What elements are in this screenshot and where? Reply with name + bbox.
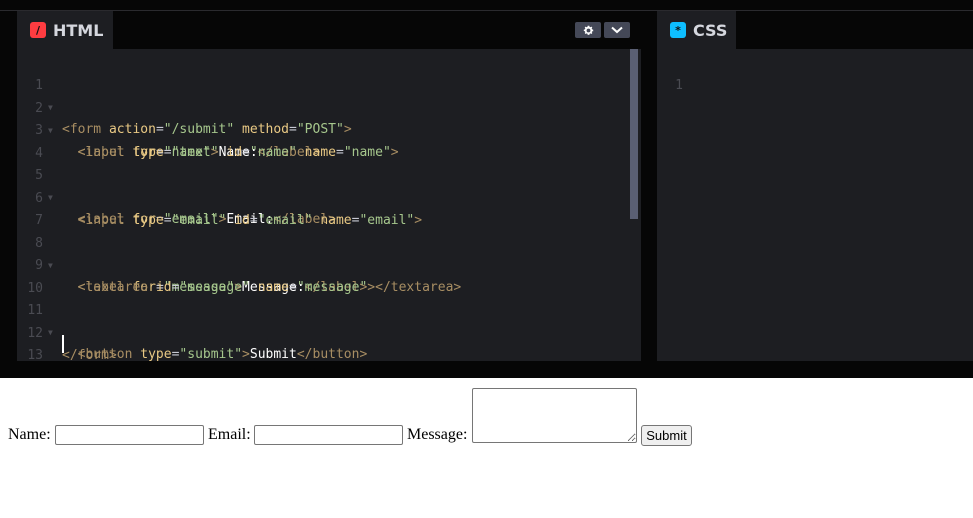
code-token: Submit <box>249 347 297 362</box>
html-code-area[interactable]: 1 ▼ <form action="/submit" method="POST"… <box>17 49 641 363</box>
tab-html-label: HTML <box>53 20 104 40</box>
code-line: 1 <box>657 53 973 93</box>
tab-html[interactable]: / HTML <box>17 11 113 49</box>
name-label: Name: <box>8 426 51 443</box>
code-line: 10 <box>17 256 629 296</box>
email-label: Email: <box>208 426 251 443</box>
email-input[interactable] <box>254 425 403 445</box>
tab-css-label: CSS <box>693 20 728 40</box>
code-token: </button> <box>296 347 368 362</box>
html-editor-panel: / HTML 1 ▼ <form action="/submit" method… <box>17 11 641 363</box>
editor-area: / HTML 1 ▼ <form action="/submit" method… <box>0 0 973 378</box>
code-line: 6 <input type="email" id="email" name="e… <box>17 166 629 228</box>
message-textarea[interactable] <box>472 388 637 443</box>
css-code-area[interactable]: 1 <box>657 49 973 361</box>
code-line: 4 <box>17 121 629 161</box>
code-line: 11 ▼ <button type="submit">Submit</butto… <box>17 278 629 362</box>
css-editor-panel: * CSS 1 <box>657 11 973 361</box>
code-line: 2 ▼ <label for="name">Name:</label> <box>17 76 629 160</box>
editor-collapse-button[interactable] <box>604 22 630 38</box>
name-input[interactable] <box>55 425 204 445</box>
submit-button[interactable]: Submit <box>641 425 692 446</box>
message-label: Message: <box>407 426 468 443</box>
code-line: 9 <textarea id="message" name="message">… <box>17 233 629 295</box>
code-line: 5 ▼ <label for="email">Email:</label> <box>17 143 629 227</box>
css-tabbar: * CSS <box>657 11 973 49</box>
html-icon: / <box>30 22 46 38</box>
chevron-down-icon <box>611 26 623 34</box>
code-token: type <box>140 347 172 362</box>
code-line: 1 ▼ <form action="/submit" method="POST"… <box>17 53 629 137</box>
editor-scrollbar[interactable] <box>630 49 638 219</box>
code-line: 12 </form> <box>17 301 629 363</box>
code-line: 13 <box>17 323 629 363</box>
gear-icon <box>583 25 593 35</box>
preview-pane: Name: Email: Message: Submit <box>0 378 973 518</box>
code-line: 8 ▼ <label for="message">Message:</label… <box>17 211 629 295</box>
code-token: "submit" <box>179 347 243 362</box>
text-cursor <box>62 335 64 353</box>
editor-settings-button[interactable] <box>575 22 601 38</box>
code-line: 3 <input type="text" id="name" name="nam… <box>17 98 629 160</box>
css-icon: * <box>670 22 686 38</box>
code-line: 7 <box>17 188 629 228</box>
tab-css[interactable]: * CSS <box>657 11 736 49</box>
resize-divider[interactable] <box>0 361 973 378</box>
html-tabbar: / HTML <box>17 11 641 49</box>
code-token: > <box>242 347 250 362</box>
line-number: 1 <box>675 78 683 93</box>
